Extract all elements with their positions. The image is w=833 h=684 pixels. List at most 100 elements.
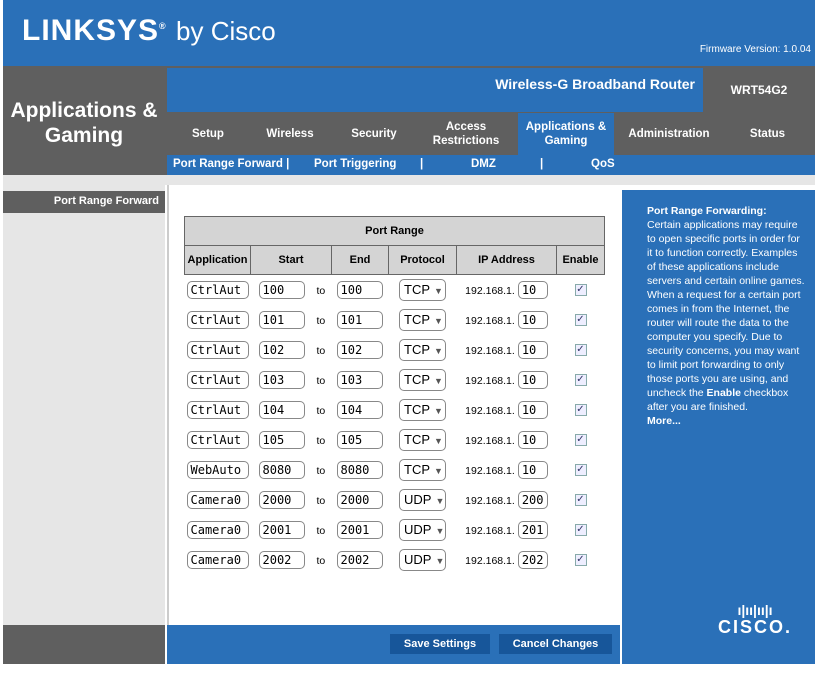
logo-text: LINKSYS [22,14,160,47]
protocol-select[interactable]: TCP ▼ [399,398,446,421]
more-link[interactable]: More... [647,414,805,428]
protocol-value: TCP [404,371,430,387]
tab-access-restrictions[interactable]: Access Restrictions [420,113,512,155]
application-input[interactable]: CtrlAut [186,370,249,389]
enable-checkbox[interactable]: ✓ [574,554,587,566]
enable-checkbox[interactable]: ✓ [574,284,587,297]
start-port-input[interactable]: 105 [258,430,305,449]
protocol-value: UDP [404,521,432,537]
application-input[interactable]: CtrlAut [186,430,249,449]
chevron-down-icon: ▼ [434,285,443,296]
end-port-input[interactable]: 104 [336,400,383,419]
enable-checkbox[interactable]: ✓ [574,374,587,386]
to-label: to [316,344,326,357]
enable-checkbox[interactable]: ✓ [574,404,587,416]
ip-last-octet-input[interactable]: 10 [517,340,548,359]
to-label: to [316,524,326,537]
protocol-value: TCP [404,461,430,477]
col-protocol: Protocol [388,245,457,275]
protocol-select[interactable]: TCP ▼ [399,368,446,391]
protocol-select[interactable]: TCP ▼ [399,428,446,451]
tab-wireless[interactable]: Wireless [249,113,331,155]
subnav: Port Range Forward | Port Triggering | D… [167,155,815,175]
end-port-input[interactable]: 100 [336,280,383,299]
application-input[interactable]: CtrlAut [186,340,249,359]
application-input[interactable]: CtrlAut [186,400,249,419]
end-port-input[interactable]: 8080 [336,460,383,479]
help-bold: Enable [706,387,741,399]
protocol-select[interactable]: TCP ▼ [399,338,446,361]
to-label: to [316,374,326,387]
enable-checkbox[interactable]: ✓ [574,344,587,356]
subtab-port-triggering[interactable]: Port Triggering [314,158,396,170]
save-settings-button[interactable]: Save Settings [390,634,490,654]
start-port-input[interactable]: 101 [258,310,305,329]
port-range-table: Port Range Application Start End Protoco… [184,216,605,575]
ip-last-octet-input[interactable]: 200 [517,490,548,509]
ip-last-octet-input[interactable]: 10 [517,370,548,389]
protocol-select[interactable]: TCP ▼ [399,278,446,301]
protocol-select[interactable]: UDP ▼ [399,548,446,571]
tab-administration[interactable]: Administration [620,113,718,155]
enable-checkbox[interactable]: ✓ [574,494,587,506]
col-enable: Enable [556,245,605,275]
application-input[interactable]: CtrlAut [186,280,249,299]
tab-security[interactable]: Security [331,113,417,155]
tab-applications-gaming[interactable]: Applications & Gaming [518,113,614,155]
enable-checkbox[interactable]: ✓ [574,434,587,446]
tab-setup[interactable]: Setup [167,113,249,155]
to-label: to [316,314,326,327]
subtab-dmz[interactable]: DMZ [471,158,496,170]
ip-prefix: 192.168.1. [465,344,515,357]
start-port-input[interactable]: 102 [258,340,305,359]
subtab-port-range-forward[interactable]: Port Range Forward | [173,158,289,170]
end-port-input[interactable]: 105 [336,430,383,449]
start-port-input[interactable]: 103 [258,370,305,389]
end-port-input[interactable]: 2002 [336,550,383,569]
start-port-input[interactable]: 104 [258,400,305,419]
application-input[interactable]: Camera0 [186,520,249,539]
enable-checkbox[interactable]: ✓ [574,524,587,536]
start-port-input[interactable]: 2001 [258,520,305,539]
tab-status[interactable]: Status [725,113,810,155]
start-port-input[interactable]: 100 [258,280,305,299]
end-port-input[interactable]: 2001 [336,520,383,539]
protocol-select[interactable]: TCP ▼ [399,458,446,481]
table-row: CtrlAut 105 to 105 TCP ▼ 192.168.1. 10 ✓ [185,425,605,455]
application-input[interactable]: Camera0 [186,490,249,509]
protocol-select[interactable]: TCP ▼ [399,308,446,331]
ip-last-octet-input[interactable]: 10 [517,430,548,449]
start-port-input[interactable]: 2002 [258,550,305,569]
subtab-qos[interactable]: QoS [591,158,615,170]
section-title: Applications & Gaming [3,66,165,175]
end-port-input[interactable]: 102 [336,340,383,359]
ip-prefix: 192.168.1. [465,494,515,507]
protocol-value: TCP [404,281,430,297]
ip-last-octet-input[interactable]: 201 [517,520,548,539]
ip-last-octet-input[interactable]: 10 [517,310,548,329]
cancel-changes-button[interactable]: Cancel Changes [499,634,612,654]
end-port-input[interactable]: 2000 [336,490,383,509]
ip-last-octet-input[interactable]: 10 [517,400,548,419]
application-input[interactable]: WebAuto [186,460,249,479]
enable-checkbox[interactable]: ✓ [574,464,587,476]
table-row: CtrlAut 100 to 100 TCP ▼ 192.168.1. 10 ✓ [185,275,605,305]
end-port-input[interactable]: 103 [336,370,383,389]
start-port-input[interactable]: 8080 [258,460,305,479]
table-row: CtrlAut 104 to 104 TCP ▼ 192.168.1. 10 ✓ [185,395,605,425]
end-port-input[interactable]: 101 [336,310,383,329]
protocol-select[interactable]: UDP ▼ [399,518,446,541]
cisco-logo: ı|ıı|ıı|ı CISCO. [718,602,793,637]
chevron-down-icon: ▼ [434,315,443,326]
chevron-down-icon: ▼ [434,435,443,446]
table-row: CtrlAut 102 to 102 TCP ▼ 192.168.1. 10 ✓ [185,335,605,365]
ip-last-octet-input[interactable]: 202 [517,550,548,569]
application-input[interactable]: CtrlAut [186,310,249,329]
protocol-select[interactable]: UDP ▼ [399,488,446,511]
start-port-input[interactable]: 2000 [258,490,305,509]
table-row: CtrlAut 101 to 101 TCP ▼ 192.168.1. 10 ✓ [185,305,605,335]
enable-checkbox[interactable]: ✓ [574,314,587,326]
ip-last-octet-input[interactable]: 10 [517,460,548,479]
application-input[interactable]: Camera0 [186,550,249,569]
ip-last-octet-input[interactable]: 10 [517,280,548,299]
